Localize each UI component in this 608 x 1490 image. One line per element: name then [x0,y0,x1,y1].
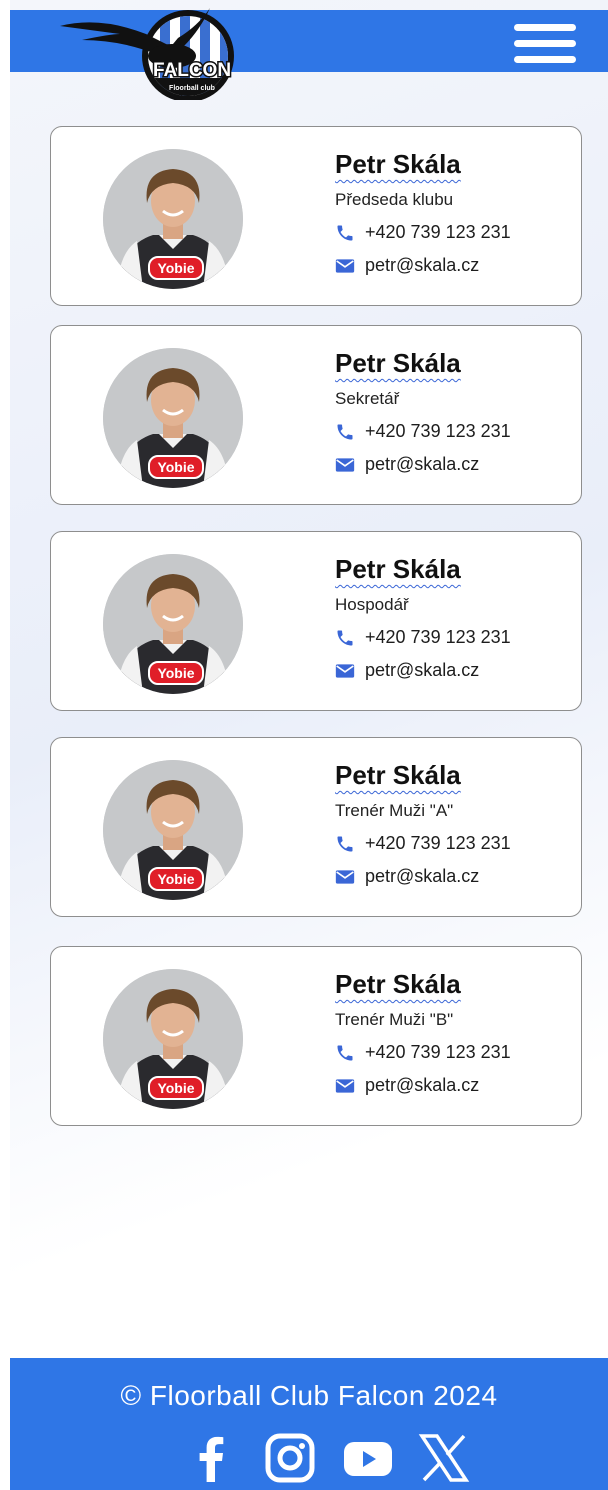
email-row[interactable]: petr@skala.cz [335,1075,575,1096]
contact-email: petr@skala.cz [365,866,480,886]
contact-role: Předseda klubu [335,190,454,209]
phone-icon [337,1045,353,1060]
phone-row[interactable]: +420 739 123 231 [335,1042,575,1063]
x-link[interactable] [418,1432,470,1484]
phone-row[interactable]: +420 739 123 231 [335,421,575,442]
contact-role: Hospodář [335,595,409,614]
contact-name: Petr Skála [335,554,461,584]
contact-card: Yobie Petr Skála Předseda klubu +420 739… [50,126,582,306]
social-links [186,1432,470,1484]
phone-icon [337,836,353,851]
email-row[interactable]: petr@skala.cz [335,660,575,681]
phone-icon [337,630,353,645]
contact-email: petr@skala.cz [365,660,480,680]
x-icon [418,1434,470,1482]
player-photo-icon: Yobie [103,149,243,289]
phone-row[interactable]: +420 739 123 231 [335,627,575,648]
logo-wordmark: FALCON [153,60,231,81]
avatar: Yobie [103,969,243,1109]
phone-icon [337,225,353,240]
contact-info: Petr Skála Hospodář +420 739 123 231 pet… [335,554,575,681]
copyright-text: © Floorball Club Falcon 2024 [120,1380,498,1411]
site-footer: © Floorball Club Falcon 2024 [10,1358,608,1490]
contact-info: Petr Skála Sekretář +420 739 123 231 pet… [335,348,575,475]
falcon-logo-icon: FALCON Floorball club [60,8,234,102]
menu-bar [514,56,576,63]
contact-card: Yobie Petr Skála Trenér Muži "A" +420 73… [50,737,582,917]
youtube-icon [344,1442,392,1476]
contact-info: Petr Skála Trenér Muži "B" +420 739 123 … [335,969,575,1096]
player-photo-icon: Yobie [103,348,243,488]
sponsor-label: Yobie [157,871,194,887]
phone-row[interactable]: +420 739 123 231 [335,222,575,243]
contact-card: Yobie Petr Skála Sekretář +420 739 123 2… [50,325,582,505]
contact-role: Trenér Muži "A" [335,801,454,820]
left-edge [0,0,10,1490]
contact-card: Yobie Petr Skála Hospodář +420 739 123 2… [50,531,582,711]
contact-role: Trenér Muži "B" [335,1010,454,1029]
email-row[interactable]: petr@skala.cz [335,255,575,276]
player-photo-icon: Yobie [103,554,243,694]
avatar: Yobie [103,348,243,488]
contact-info: Petr Skála Předseda klubu +420 739 123 2… [335,149,575,276]
email-icon [335,869,355,884]
contact-email: petr@skala.cz [365,454,480,474]
contact-name: Petr Skála [335,348,461,378]
contact-phone: +420 739 123 231 [365,1042,511,1062]
contact-phone: +420 739 123 231 [365,421,511,441]
contact-phone: +420 739 123 231 [365,627,511,647]
avatar: Yobie [103,760,243,900]
sponsor-label: Yobie [157,1080,194,1096]
contact-name: Petr Skála [335,149,461,179]
sponsor-label: Yobie [157,665,194,681]
logo-subtext: Floorball club [169,85,215,92]
email-icon [335,1078,355,1093]
avatar: Yobie [103,554,243,694]
contact-phone: +420 739 123 231 [365,222,511,242]
phone-row[interactable]: +420 739 123 231 [335,833,575,854]
email-icon [335,457,355,472]
email-row[interactable]: petr@skala.cz [335,454,575,475]
phone-icon [337,424,353,439]
contact-name: Petr Skála [335,969,461,999]
menu-bar [514,40,576,47]
falcon-logo[interactable]: FALCON Floorball club [60,4,240,102]
youtube-link[interactable] [342,1432,394,1484]
email-icon [335,258,355,273]
menu-bar [514,24,576,31]
page: FALCON Floorball club Yobie Petr Skála P… [0,0,608,1490]
contact-phone: +420 739 123 231 [365,833,511,853]
instagram-icon [265,1433,315,1483]
player-photo-icon: Yobie [103,760,243,900]
sponsor-label: Yobie [157,260,194,276]
instagram-link[interactable] [264,1432,316,1484]
contact-card: Yobie Petr Skála Trenér Muži "B" +420 73… [50,946,582,1126]
hamburger-menu-button[interactable] [514,24,576,64]
avatar: Yobie [103,149,243,289]
contact-email: petr@skala.cz [365,1075,480,1095]
sponsor-label: Yobie [157,459,194,475]
email-icon [335,663,355,678]
contact-role: Sekretář [335,389,400,408]
contact-info: Petr Skála Trenér Muži "A" +420 739 123 … [335,760,575,887]
contact-name: Petr Skála [335,760,461,790]
player-photo-icon: Yobie [103,969,243,1109]
email-row[interactable]: petr@skala.cz [335,866,575,887]
facebook-icon [199,1436,224,1482]
contact-email: petr@skala.cz [365,255,480,275]
facebook-link[interactable] [186,1432,238,1484]
